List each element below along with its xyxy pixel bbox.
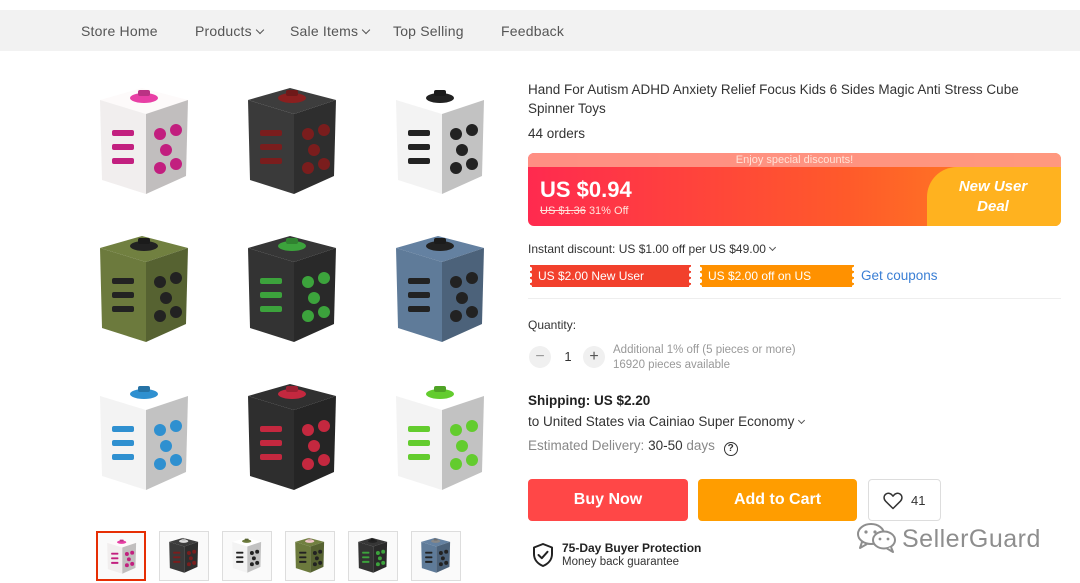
fidget-cube-icon (107, 538, 137, 574)
quantity-input[interactable]: 1 (562, 349, 574, 364)
shipping-method-text: to United States via Cainiao Super Econo… (528, 414, 795, 429)
delivery-unit: days (686, 438, 715, 453)
bulk-discount-note: Additional 1% off (5 pieces or more) (613, 344, 796, 356)
original-price-line: US $1.36 31% Off (540, 205, 628, 217)
help-icon[interactable]: ? (723, 442, 738, 456)
new-user-coupon[interactable]: US $2.00 New User Coupon (528, 265, 693, 305)
nav-feedback-label: Feedback (501, 23, 565, 39)
buyer-protection-title: 75-Day Buyer Protection (562, 541, 702, 555)
deal-line-1: New User (958, 178, 1028, 195)
wishlist-button[interactable]: 41 (868, 479, 941, 521)
estimated-delivery: Estimated Delivery: 30-50 days ? (528, 438, 738, 456)
stock-available: 16920 pieces available (613, 359, 731, 371)
product-image-cube (220, 366, 360, 506)
nav-top-selling[interactable]: Top Selling (393, 23, 464, 39)
instant-discount-text: Instant discount: US $1.00 off per US $4… (528, 242, 766, 256)
product-thumbnail[interactable] (159, 531, 209, 581)
watermark-text: SellerGuard (902, 525, 1041, 553)
price-banner: Enjoy special discounts! US $0.94 US $1.… (528, 153, 1061, 226)
shipping-method-dropdown[interactable]: to United States via Cainiao Super Econo… (528, 414, 806, 429)
nav-top-selling-label: Top Selling (393, 23, 464, 39)
original-price: US $1.36 (540, 205, 586, 217)
product-image-cube (72, 218, 212, 358)
nav-sale-items-label: Sale Items (290, 23, 359, 39)
fidget-cube-icon (421, 537, 451, 573)
fidget-cube-icon (100, 236, 188, 342)
add-to-cart-button[interactable]: Add to Cart (698, 479, 857, 521)
shield-check-icon (533, 543, 553, 567)
nav-store-home[interactable]: Store Home (81, 23, 158, 39)
chevron-down-icon (361, 25, 371, 35)
product-image-cube (72, 70, 212, 210)
wechat-icon (857, 523, 896, 553)
deal-line-2: Deal (977, 198, 1009, 215)
watermark: SellerGuard (856, 521, 1040, 557)
product-image-cube (220, 70, 360, 210)
main-product-image[interactable] (72, 70, 512, 510)
shipping-cost: Shipping: US $2.20 (528, 393, 651, 408)
product-image-cube (368, 70, 508, 210)
promo-strip: Enjoy special discounts! (528, 153, 1061, 167)
fidget-cube-icon (232, 537, 262, 573)
fidget-cube-icon (396, 236, 484, 342)
quantity-label: Quantity: (528, 318, 577, 332)
chevron-down-icon (798, 416, 806, 425)
store-nav-bar: Store Home Products Sale Items Top Selli… (0, 10, 1080, 51)
instant-discount-dropdown[interactable]: Instant discount: US $1.00 off per US $4… (528, 242, 776, 256)
new-user-deal-text: New User Deal (943, 177, 1043, 217)
delivery-days: 30-50 (648, 438, 683, 453)
product-image-cube (368, 218, 508, 358)
chevron-down-icon (768, 243, 776, 252)
fidget-cube-icon (100, 88, 188, 194)
fidget-cube-icon (248, 384, 336, 490)
product-title: Hand For Autism ADHD Anxiety Relief Focu… (528, 82, 1019, 116)
product-thumbnail[interactable] (222, 531, 272, 581)
nav-feedback[interactable]: Feedback (501, 23, 564, 39)
product-thumbnail[interactable] (285, 531, 335, 581)
nav-sale-items[interactable]: Sale Items (290, 23, 371, 39)
product-thumbnail[interactable] (411, 531, 461, 581)
quantity-increase-button[interactable]: + (583, 346, 605, 368)
current-price: US $0.94 (540, 177, 632, 202)
divider (528, 298, 1061, 299)
store-coupon[interactable]: US $2.00 off on US $15.00 (698, 265, 856, 305)
product-thumbnail[interactable] (96, 531, 146, 581)
fidget-cube-icon (248, 88, 336, 194)
buyer-protection-subtitle: Money back guarantee (562, 556, 679, 568)
nav-store-home-label: Store Home (81, 23, 158, 39)
discount-percent: 31% Off (588, 205, 629, 217)
buy-now-button[interactable]: Buy Now (528, 479, 688, 521)
product-image-cube (72, 366, 212, 506)
fidget-cube-icon (396, 88, 484, 194)
chevron-down-icon (255, 25, 265, 35)
quantity-note: Additional 1% off (5 pieces or more) 169… (613, 343, 796, 373)
quantity-decrease-button[interactable]: − (529, 346, 551, 368)
nav-products[interactable]: Products (195, 23, 265, 39)
product-thumbnail[interactable] (348, 531, 398, 581)
heart-icon (883, 492, 903, 510)
fidget-cube-icon (358, 537, 388, 573)
fidget-cube-icon (169, 537, 199, 573)
delivery-label: Estimated Delivery: (528, 438, 645, 453)
get-coupons-link[interactable]: Get coupons (861, 268, 938, 283)
fidget-cube-icon (248, 236, 336, 342)
wishlist-count: 41 (911, 493, 926, 508)
product-image-cube (368, 366, 508, 506)
nav-products-label: Products (195, 23, 252, 39)
product-image-cube (220, 218, 360, 358)
fidget-cube-icon (295, 537, 325, 573)
fidget-cube-icon (396, 384, 484, 490)
fidget-cube-icon (100, 384, 188, 490)
order-count: 44 orders (528, 126, 586, 141)
